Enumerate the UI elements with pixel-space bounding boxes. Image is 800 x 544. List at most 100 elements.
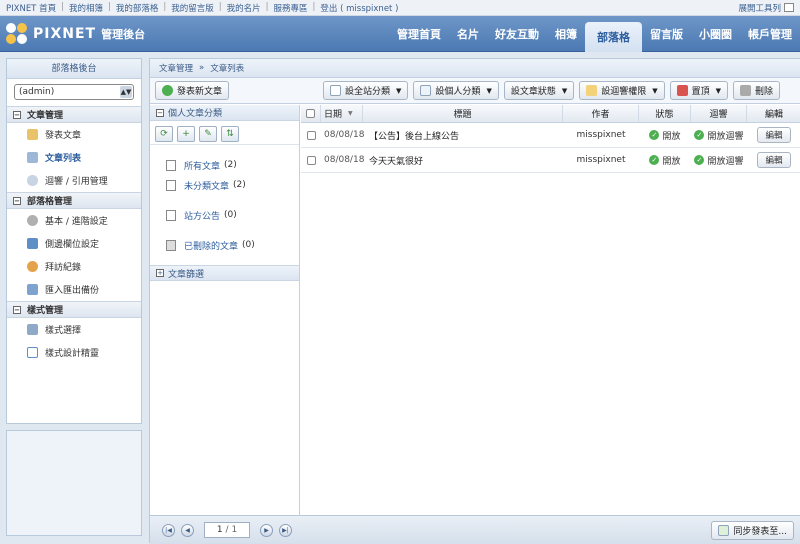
sync-publish-button[interactable]: 同步發表至... xyxy=(711,521,794,540)
category-header-label: 個人文章分類 xyxy=(168,109,223,119)
sidebar-item-label: 基本 / 進階設定 xyxy=(45,217,108,227)
nav-admin-home[interactable]: 管理首頁 xyxy=(389,16,449,52)
link-my-card[interactable]: 我的名片 xyxy=(227,2,261,14)
column-status[interactable]: 狀態 xyxy=(639,105,691,122)
checkbox xyxy=(306,155,316,165)
select-all-checkbox[interactable] xyxy=(301,105,321,122)
sync-publish-label: 同步發表至... xyxy=(733,527,787,537)
set-status-button[interactable]: 設文章狀態 ▼ xyxy=(503,81,575,100)
sidebar-item-visit-log[interactable]: 拜訪紀錄 xyxy=(7,255,141,278)
row-title[interactable]: 【公告】後台上線公告 xyxy=(363,123,563,147)
trash-icon xyxy=(740,85,752,96)
nav-groups[interactable]: 小圈圈 xyxy=(691,16,740,52)
status-label: 開放 xyxy=(662,156,681,167)
row-checkbox[interactable] xyxy=(301,148,321,172)
pencil-icon xyxy=(27,129,38,140)
add-category-icon[interactable]: + xyxy=(177,126,195,142)
link-my-blog[interactable]: 我的部落格 xyxy=(116,2,159,14)
next-page-icon[interactable]: ▶ xyxy=(260,523,273,537)
column-edit-label: 編輯 xyxy=(764,110,783,120)
category-deleted-posts[interactable]: 已刪除的文章 (0) xyxy=(150,235,299,255)
sidebar-item-style-wizard[interactable]: 樣式設計精靈 xyxy=(7,341,141,364)
row-date: 08/08/18 xyxy=(324,155,365,165)
sidebar-item-style-select[interactable]: 樣式選擇 xyxy=(7,318,141,341)
edit-button[interactable]: 編輯 xyxy=(757,127,791,143)
nav-card[interactable]: 名片 xyxy=(449,16,487,52)
set-comment-permission-button[interactable]: 設迴響權限 ▼ xyxy=(579,81,665,100)
link-service-area[interactable]: 服務專區 xyxy=(274,2,308,14)
category-tools: ⟳ + ✎ ⇅ xyxy=(150,121,299,145)
breadcrumb-root[interactable]: 文章管理 xyxy=(159,62,193,74)
post-filter-header[interactable]: + 文章篩選 xyxy=(150,265,299,281)
column-responses[interactable]: 迴響 xyxy=(691,105,747,122)
toolbar: 發表新文章 設全站分類 ▼ 設個人分類 ▼ 設文章狀態 ▼ 設迴響權限 ▼ 置頂… xyxy=(150,78,800,104)
expand-toolbar[interactable]: 展開工具列 xyxy=(738,2,794,14)
header: PIXNET 管理後台 管理首頁 名片 好友互動 相簿 部落格 留言版 小圈圈 … xyxy=(0,16,800,52)
pin-button[interactable]: 置頂 ▼ xyxy=(669,81,729,100)
section-blog-management[interactable]: − 部落格管理 xyxy=(7,192,141,209)
section-post-management[interactable]: − 文章管理 xyxy=(7,106,141,123)
nav-blog[interactable]: 部落格 xyxy=(585,22,642,52)
link-pixnet-home[interactable]: PIXNET 首頁 xyxy=(6,2,56,14)
delete-button[interactable]: 刪除 xyxy=(733,81,781,100)
page-input[interactable]: 1 / 1 xyxy=(204,522,250,538)
category-uncategorized[interactable]: 未分類文章 (2) xyxy=(150,175,299,195)
sidebar-item-post-list[interactable]: 文章列表 xyxy=(7,146,141,169)
set-comment-permission-label: 設迴響權限 xyxy=(601,87,647,97)
post-filter-label: 文章篩選 xyxy=(168,269,205,280)
sidebar-item-new-post[interactable]: 發表文章 xyxy=(7,123,141,146)
link-logout[interactable]: 登出 ( misspixnet ) xyxy=(320,2,398,14)
code-icon xyxy=(27,347,38,358)
logo[interactable]: PIXNET 管理後台 xyxy=(6,23,145,45)
set-status-label: 設文章狀態 xyxy=(510,87,556,97)
main-nav: 管理首頁 名片 好友互動 相簿 部落格 留言版 小圈圈 帳戶管理 xyxy=(389,16,800,52)
edit-category-icon[interactable]: ✎ xyxy=(199,126,217,142)
prev-page-icon[interactable]: ◀ xyxy=(181,523,194,537)
blog-select[interactable]: (admin) ▲▼ xyxy=(14,84,134,100)
table-row[interactable]: 08/08/18 【公告】後台上線公告 misspixnet ✓ 開放 ✓ 開放迴響… xyxy=(301,123,800,148)
nav-account[interactable]: 帳戶管理 xyxy=(740,16,800,52)
comment-icon xyxy=(586,85,598,96)
first-page-icon[interactable]: |◀ xyxy=(162,523,175,537)
new-post-button[interactable]: 發表新文章 xyxy=(155,81,230,100)
nav-album[interactable]: 相簿 xyxy=(547,16,585,52)
nav-guestbook[interactable]: 留言版 xyxy=(642,16,691,52)
toolbar-toggle-icon xyxy=(784,3,794,12)
column-responses-label: 迴響 xyxy=(709,110,728,120)
sidebar-item-settings[interactable]: 基本 / 進階設定 xyxy=(7,209,141,232)
document-icon xyxy=(166,179,176,191)
gear-icon xyxy=(27,215,38,226)
refresh-icon[interactable]: ⟳ xyxy=(155,126,173,142)
last-page-icon[interactable]: ▶| xyxy=(279,523,292,537)
sidebar-item-label: 發表文章 xyxy=(45,131,82,141)
set-personal-category-button[interactable]: 設個人分類 ▼ xyxy=(413,81,499,100)
sidebar-item-import-export[interactable]: 匯入匯出備份 xyxy=(7,278,141,301)
row-responses: ✓ 開放迴響 xyxy=(691,123,747,147)
blog-select-value: (admin) xyxy=(19,87,55,97)
link-my-album[interactable]: 我的相簿 xyxy=(69,2,103,14)
row-checkbox[interactable] xyxy=(301,123,321,147)
nav-friends[interactable]: 好友互動 xyxy=(487,16,547,52)
column-author-label: 作者 xyxy=(591,110,610,120)
check-icon: ✓ xyxy=(649,155,660,165)
category-all-posts[interactable]: 所有文章 (2) xyxy=(150,155,299,175)
table-row[interactable]: 08/08/18 今天天氣很好 misspixnet ✓ 開放 ✓ 開放迴響 編輯 xyxy=(301,148,800,173)
edit-button[interactable]: 編輯 xyxy=(757,152,791,168)
category-site-announcements[interactable]: 站方公告 (0) xyxy=(150,205,299,225)
column-date[interactable]: 日期 ▼ xyxy=(321,105,363,122)
row-title[interactable]: 今天天氣很好 xyxy=(363,148,563,172)
sidebar-item-comments[interactable]: 迴響 / 引用管理 xyxy=(7,169,141,192)
column-title[interactable]: 標題 xyxy=(363,105,563,122)
sort-category-icon[interactable]: ⇅ xyxy=(221,126,239,142)
link-my-guestbook[interactable]: 我的留言版 xyxy=(171,2,214,14)
section-style-management[interactable]: − 樣式管理 xyxy=(7,301,141,318)
sidebar-lower-panel xyxy=(6,430,142,536)
set-site-category-button[interactable]: 設全站分類 ▼ xyxy=(323,81,409,100)
column-author[interactable]: 作者 xyxy=(563,105,639,122)
category-header[interactable]: − 個人文章分類 xyxy=(150,105,299,121)
sidebar-item-sidebar-settings[interactable]: 側邊欄位設定 xyxy=(7,232,141,255)
row-edit: 編輯 xyxy=(747,123,800,147)
pager-bar: |◀ ◀ 1 / 1 ▶ ▶| 同步發表至... xyxy=(150,515,800,544)
visitors-icon xyxy=(27,261,38,272)
responses-label: 開放迴響 xyxy=(707,156,744,167)
